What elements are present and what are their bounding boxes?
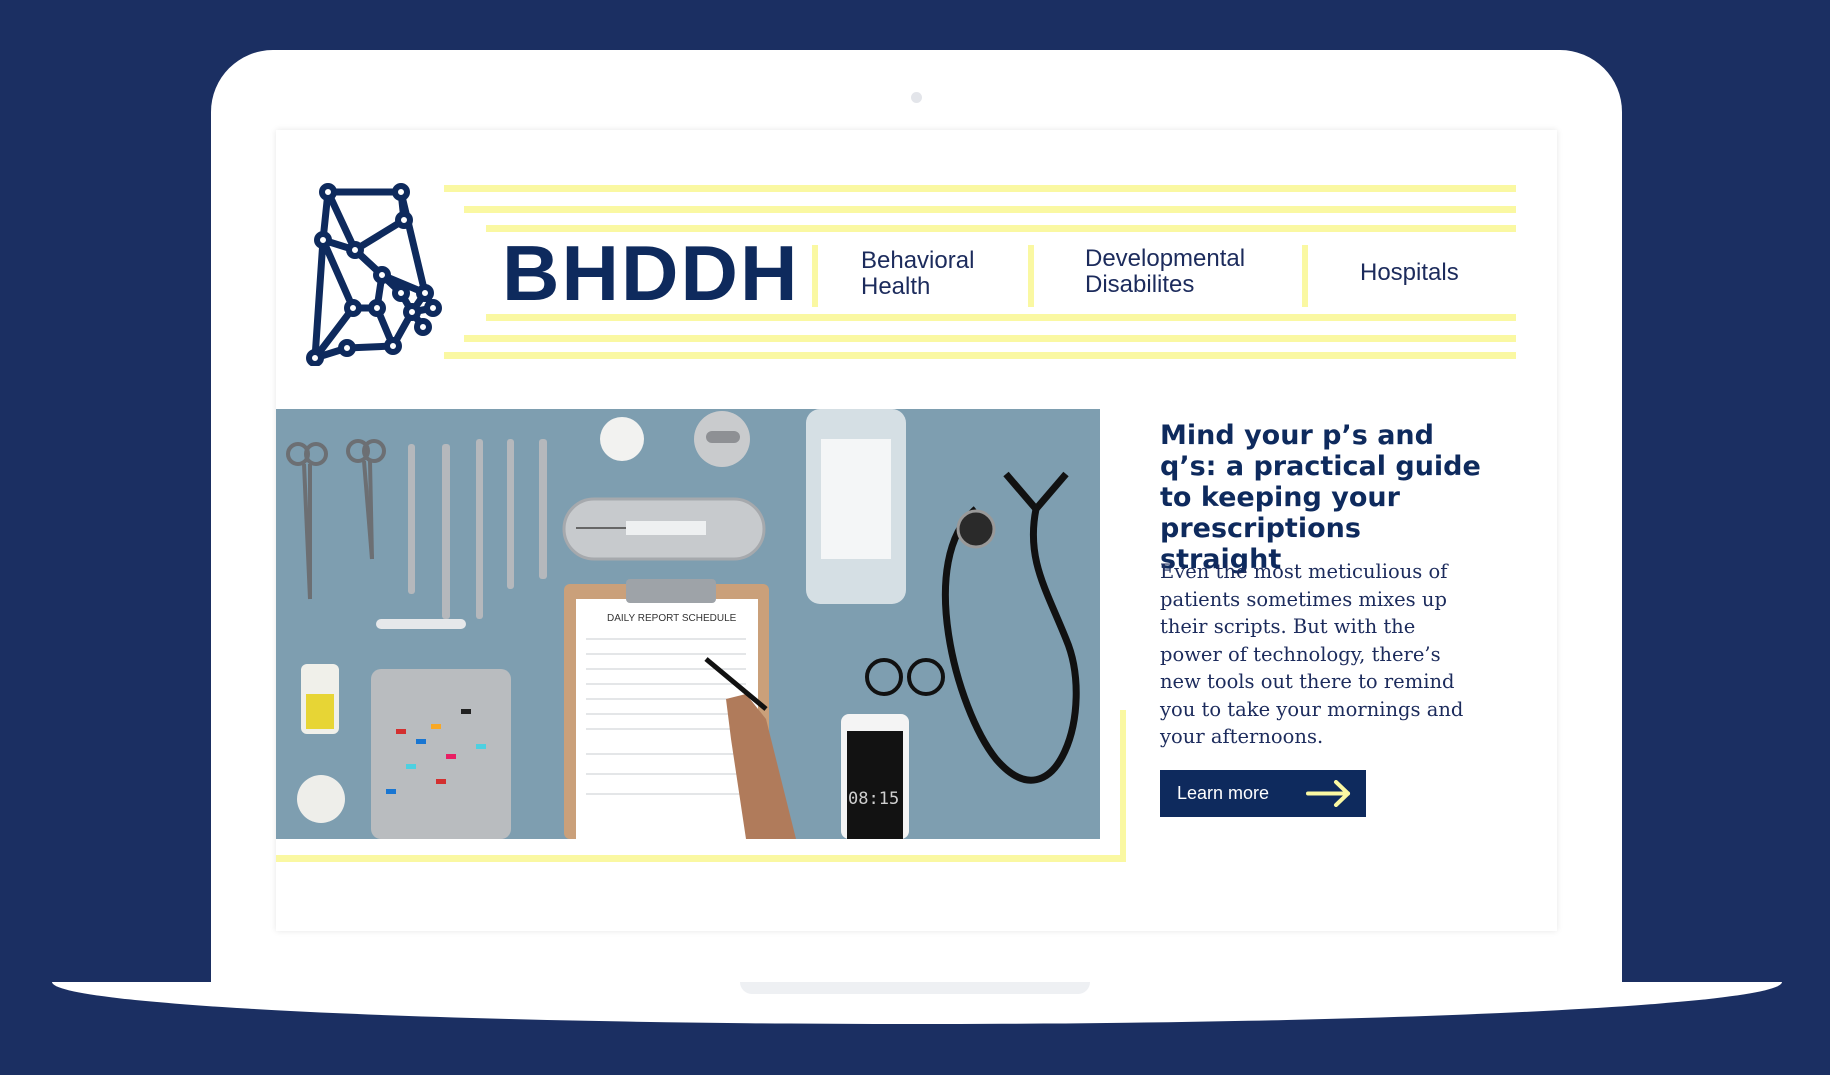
nav-label-line2: Disabilites xyxy=(1085,271,1195,298)
arrow-right-icon xyxy=(1306,780,1350,807)
nav-hospitals[interactable]: Hospitals xyxy=(1360,260,1459,286)
photo-sheet-title: DAILY REPORT SCHEDULE xyxy=(607,613,737,624)
article-headline[interactable]: Mind your p’s and q’s: a practical guide… xyxy=(1160,420,1490,575)
laptop-notch xyxy=(740,982,1090,994)
article-summary: Even the most meticulious of patients so… xyxy=(1160,560,1464,748)
learn-more-label: Learn more xyxy=(1177,783,1270,803)
network-map-icon[interactable] xyxy=(305,180,465,366)
nav-developmental-disabilities[interactable]: Developmental Disabilites xyxy=(1085,246,1245,298)
learn-more-button[interactable]: Learn more xyxy=(1160,770,1366,817)
brand-wordmark[interactable]: BHDDH xyxy=(502,234,799,312)
nav-behavioral-health[interactable]: Behavioral Health xyxy=(861,248,974,300)
nav-label-line1: Behavioral xyxy=(861,247,975,274)
camera-icon xyxy=(911,92,922,103)
medical-supplies-photo: DAILY REPORT SCHEDULE 08:15 xyxy=(276,409,1100,839)
nav-label-line1: Hospitals xyxy=(1360,259,1459,286)
website-screen: BHDDH Behavioral Health Developmental Di… xyxy=(276,130,1557,931)
nav-label-line1: Developmental xyxy=(1085,245,1246,272)
photo-clock: 08:15 xyxy=(848,789,899,809)
nav-label-line2: Health xyxy=(861,273,931,300)
